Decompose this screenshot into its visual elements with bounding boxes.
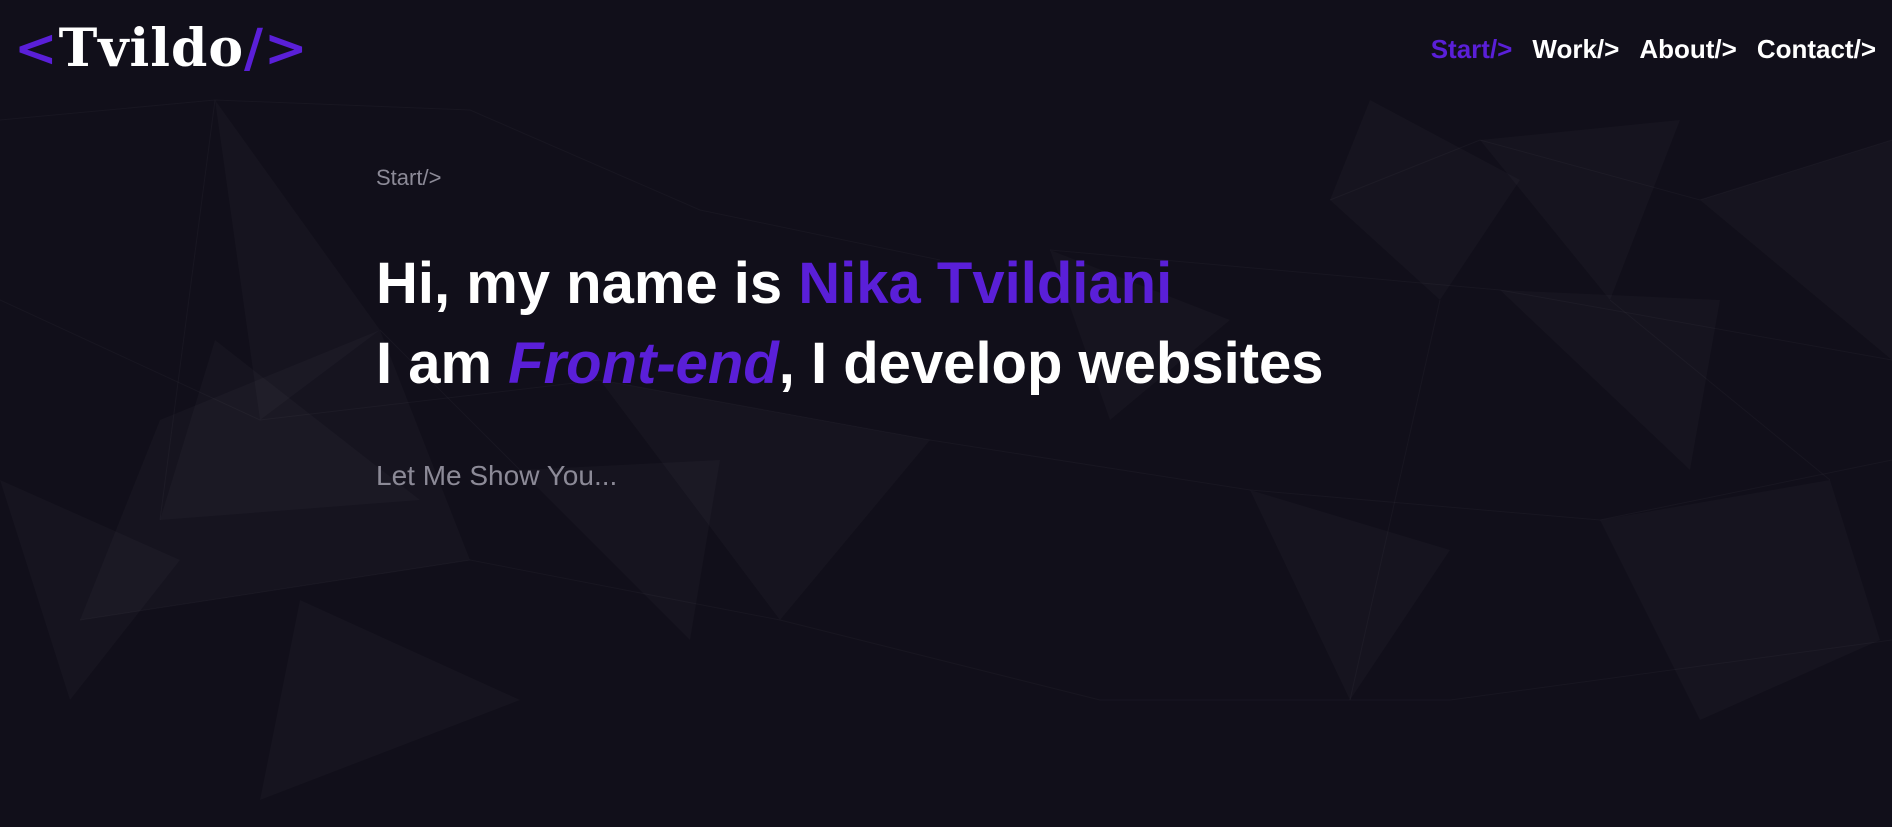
nav-item-about[interactable]: About/> xyxy=(1639,32,1737,66)
background-polygon-pattern xyxy=(0,0,1892,827)
role-prefix: I am xyxy=(376,331,509,396)
logo-name: Tvildo xyxy=(58,18,245,79)
breadcrumb: Start/> xyxy=(376,165,442,190)
author-name: Nika Tvildiani xyxy=(798,251,1173,316)
headline-line-1: Hi, my name is Nika Tvildiani xyxy=(376,251,1172,316)
main-nav: Start/> Work/> About/> Contact/> xyxy=(1431,32,1876,66)
role-title: Front-end xyxy=(508,331,779,396)
nav-item-contact[interactable]: Contact/> xyxy=(1757,32,1876,66)
headline-line-2: I am Front-end, I develop websites xyxy=(376,331,1324,396)
nav-item-start[interactable]: Start/> xyxy=(1431,32,1513,66)
logo-close-bracket: /> xyxy=(244,18,309,79)
hero-headline: Hi, my name is Nika Tvildiani I am Front… xyxy=(376,244,1324,404)
site-logo[interactable]: <Tvildo/> xyxy=(14,14,309,84)
role-suffix: , I develop websites xyxy=(778,331,1324,396)
tagline: Let Me Show You... xyxy=(376,460,618,491)
intro-text: Hi, my name is xyxy=(376,251,799,316)
logo-open-bracket: < xyxy=(14,18,59,79)
page: <Tvildo/> Start/> Work/> About/> Contact… xyxy=(0,0,1892,827)
nav-item-work[interactable]: Work/> xyxy=(1532,32,1619,66)
